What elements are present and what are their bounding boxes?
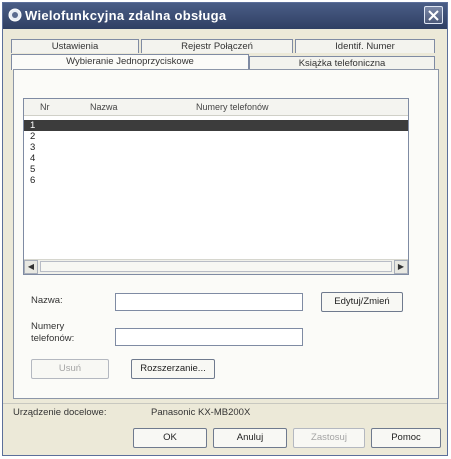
column-header-phone-numbers[interactable]: Numery telefonów [196, 102, 269, 112]
ok-button[interactable]: OK [133, 428, 207, 448]
numbers-label-line2: telefonów: [31, 333, 75, 344]
scroll-thumb[interactable] [40, 261, 392, 272]
tab-label: Rejestr Połączeń [181, 41, 253, 52]
scroll-left-button[interactable]: ◀ [24, 260, 38, 274]
row-number: 4 [30, 153, 36, 164]
row-number: 3 [30, 142, 36, 153]
tab-identif-numer[interactable]: Identif. Numer [295, 39, 435, 53]
scroll-right-button[interactable]: ▶ [394, 260, 408, 274]
apply-button[interactable]: Zastosuj [293, 428, 365, 448]
list-item[interactable]: 1 [24, 120, 408, 131]
row-number: 2 [30, 131, 36, 142]
tab-rejestr-polaczen[interactable]: Rejestr Połączeń [141, 39, 293, 53]
list-item[interactable]: 6 [24, 175, 408, 186]
tab-label: Ustawienia [51, 41, 99, 52]
expand-button[interactable]: Rozszerzanie... [131, 359, 215, 379]
tab-wybieranie-jednoprzyciskowe[interactable]: Wybieranie Jednoprzyciskowe [11, 54, 249, 70]
tab-ustawienia[interactable]: Ustawienia [11, 39, 139, 53]
numbers-label-line1: Numery [31, 321, 65, 332]
list-item[interactable]: 2 [24, 131, 408, 142]
separator [3, 403, 447, 404]
tab-label: Książka telefoniczna [298, 58, 386, 69]
speed-dial-list[interactable]: Nr Nazwa Numery telefonów 1 2 3 4 5 6 ◀ … [23, 98, 409, 275]
close-icon [428, 10, 439, 21]
tab-label: Wybieranie Jednoprzyciskowe [66, 56, 194, 67]
tab-ksiazka-telefoniczna[interactable]: Książka telefoniczna [249, 56, 435, 70]
app-icon [8, 8, 22, 22]
row-number: 1 [30, 120, 36, 131]
column-header-nr[interactable]: Nr [40, 102, 50, 112]
row-number: 6 [30, 175, 36, 186]
close-button[interactable] [424, 6, 443, 24]
list-item[interactable]: 3 [24, 142, 408, 153]
window-title: Wielofunkcyjna zdalna obsługa [25, 8, 227, 23]
horizontal-scrollbar[interactable]: ◀ ▶ [24, 259, 408, 274]
tab-label: Identif. Numer [335, 41, 395, 52]
title-bar[interactable]: Wielofunkcyjna zdalna obsługa [3, 3, 447, 29]
edit-button[interactable]: Edytuj/Zmień [321, 292, 403, 312]
dialog-window: Wielofunkcyjna zdalna obsługa Ustawienia… [2, 2, 448, 456]
phone-numbers-field[interactable] [115, 328, 303, 346]
name-field[interactable] [115, 293, 303, 311]
help-button[interactable]: Pomoc [371, 428, 441, 448]
target-device-label: Urządzenie docelowe: [13, 407, 107, 418]
list-header: Nr Nazwa Numery telefonów [24, 99, 408, 116]
name-label: Nazwa: [31, 295, 63, 306]
column-header-name[interactable]: Nazwa [90, 102, 118, 112]
list-item[interactable]: 5 [24, 164, 408, 175]
target-device-value: Panasonic KX-MB200X [151, 407, 251, 418]
list-item[interactable]: 4 [24, 153, 408, 164]
cancel-button[interactable]: Anuluj [213, 428, 287, 448]
delete-button[interactable]: Usuń [31, 359, 109, 379]
row-number: 5 [30, 164, 36, 175]
